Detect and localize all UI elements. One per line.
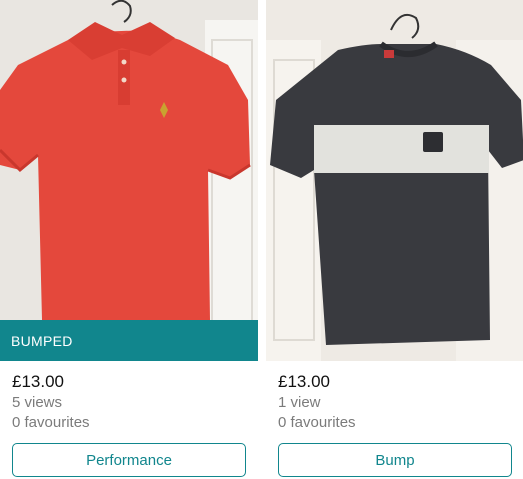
listing-favourites: 0 favourites	[278, 414, 356, 431]
listing-favourites: 0 favourites	[12, 414, 90, 431]
bumped-badge: BUMPED	[0, 320, 258, 361]
listing-price: £13.00	[12, 372, 64, 391]
listing-photo-dark-tshirt[interactable]	[266, 0, 523, 361]
listing-views: 5 views	[12, 394, 63, 411]
bump-button[interactable]: Bump	[278, 443, 512, 477]
performance-button[interactable]: Performance	[12, 443, 246, 477]
listing-photo-red-polo[interactable]	[0, 0, 258, 361]
red-polo-shirt-image	[0, 0, 258, 361]
listing-price: £13.00	[278, 372, 330, 391]
dark-tshirt-image	[266, 0, 523, 361]
listing-views: 1 view	[278, 394, 321, 411]
listing-card-2[interactable]: £13.00 1 view 0 favourites Bump	[266, 0, 523, 479]
listing-card-1[interactable]: BUMPED £13.00 5 views 0 favourites Perfo…	[0, 0, 258, 479]
